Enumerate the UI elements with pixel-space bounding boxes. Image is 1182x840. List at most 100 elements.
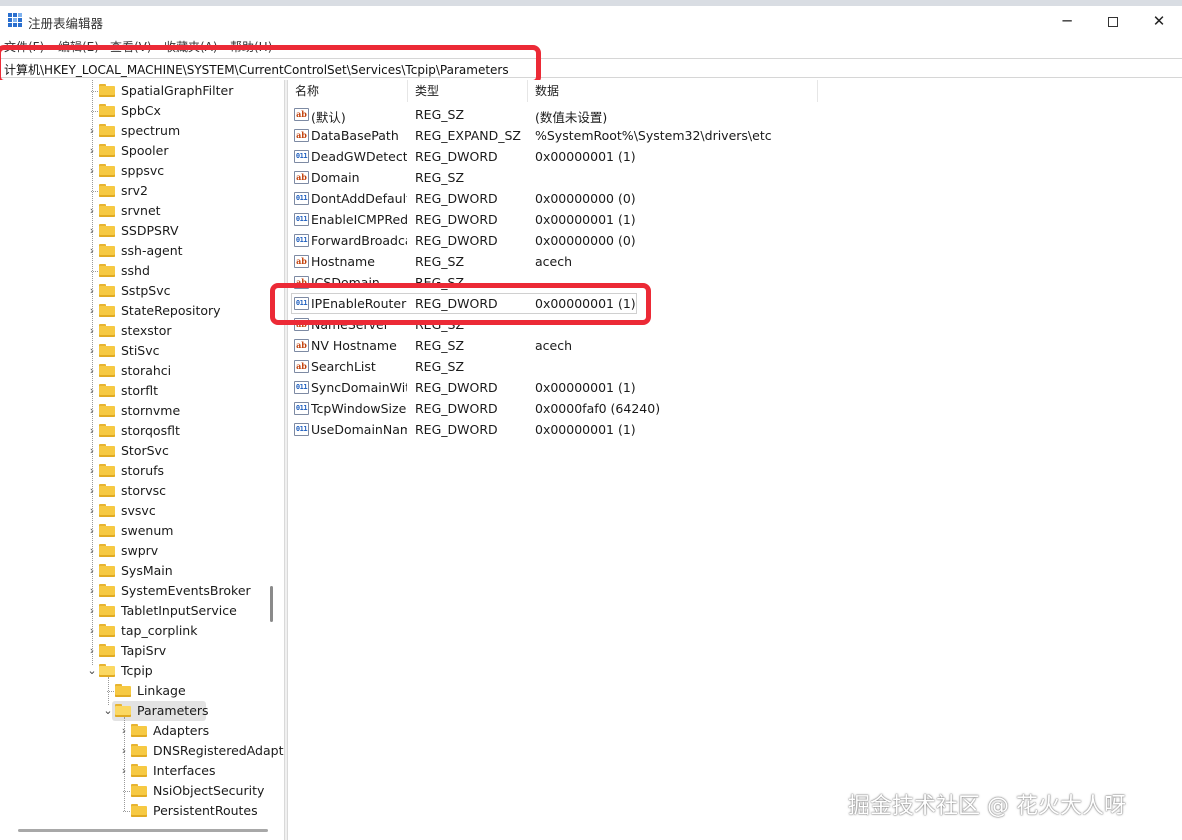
tree-item-label: spectrum (121, 123, 181, 138)
tree-horizontal-scrollbar[interactable] (18, 829, 268, 832)
value-row[interactable]: 011DontAddDefaultGateway REG_DWORD 0x00000… (288, 188, 1182, 209)
tree-item[interactable]: › Adapters (0, 721, 284, 741)
value-data: 0x00000000 (0) (535, 191, 636, 206)
string-value-icon: ab (294, 339, 309, 352)
tree-item[interactable]: › TabletInputService (0, 601, 284, 621)
regedit-app-icon (8, 13, 22, 27)
folder-icon-body (99, 446, 115, 457)
tree-item[interactable]: › storflt (0, 381, 284, 401)
tree-item[interactable]: ⌄ Parameters (0, 701, 284, 721)
tree-item-label: storufs (121, 463, 165, 478)
tree-item[interactable]: PersistentRoutes (0, 801, 284, 821)
tree-item[interactable]: › spectrum (0, 121, 284, 141)
folder-icon (99, 104, 115, 117)
value-row[interactable]: ab DataBasePath REG_EXPAND_SZ %SystemRoot%\… (288, 125, 1182, 146)
tree-item-label: DNSRegisteredAdapters (153, 743, 284, 758)
tree-item[interactable]: › swenum (0, 521, 284, 541)
value-row[interactable]: 011UseDomainNameDevolution REG_DWORD 0x000… (288, 419, 1182, 440)
tree-item[interactable]: › sppsvc (0, 161, 284, 181)
tree-item[interactable]: srv2 (0, 181, 284, 201)
tree-item[interactable]: › SysMain (0, 561, 284, 581)
column-header-data[interactable]: 数据 (528, 80, 818, 102)
value-type: REG_SZ (415, 254, 465, 269)
tree-item[interactable]: › StorSvc (0, 441, 284, 461)
folder-icon-body (99, 386, 115, 397)
tree-item[interactable]: Linkage (0, 681, 284, 701)
column-header-type[interactable]: 类型 (408, 80, 528, 102)
value-type: REG_DWORD (415, 422, 498, 437)
tree-item[interactable]: › storahci (0, 361, 284, 381)
tree-item-label: SystemEventsBroker (121, 583, 251, 598)
value-type: REG_SZ (415, 359, 465, 374)
chevron-down-icon[interactable]: ⌄ (102, 704, 114, 718)
column-header-name[interactable]: 名称 (288, 80, 408, 102)
value-data: acech (535, 254, 573, 269)
tree-item[interactable]: sshd (0, 261, 284, 281)
value-type: REG_SZ (415, 338, 465, 353)
folder-icon-body (99, 566, 115, 577)
value-name: DontAddDefaultGateway (311, 191, 407, 206)
folder-icon (99, 524, 115, 537)
string-value-icon: ab (294, 255, 309, 268)
tree-item[interactable]: SpatialGraphFilter (0, 81, 284, 101)
tree-item[interactable]: › TapiSrv (0, 641, 284, 661)
folder-icon (99, 644, 115, 657)
folder-icon (131, 744, 147, 757)
folder-icon (99, 404, 115, 417)
tree-item[interactable]: › stornvme (0, 401, 284, 421)
folder-icon (99, 324, 115, 337)
tree-item[interactable]: › swprv (0, 541, 284, 561)
value-row[interactable]: ab Hostname REG_SZ acech (288, 251, 1182, 272)
tree-item[interactable]: › Spooler (0, 141, 284, 161)
folder-icon (99, 264, 115, 277)
folder-icon-body (99, 366, 115, 377)
tree-item[interactable]: › SystemEventsBroker (0, 581, 284, 601)
tree-item[interactable]: › SSDPSRV (0, 221, 284, 241)
string-value-icon: ab (294, 360, 309, 373)
tree-item[interactable]: › ssh-agent (0, 241, 284, 261)
tree-item-label: Tcpip (121, 663, 153, 678)
close-button[interactable]: ✕ (1136, 6, 1182, 36)
tree-item[interactable]: › stexstor (0, 321, 284, 341)
folder-icon-body (99, 106, 115, 117)
value-row[interactable]: 011DeadGWDetectDefault REG_DWORD 0x0000000… (288, 146, 1182, 167)
key-tree-pane[interactable]: SpatialGraphFilter SpbCx › spectrum › Spooler… (0, 80, 284, 823)
tree-item[interactable]: › storvsc (0, 481, 284, 501)
tree-item[interactable]: › srvnet (0, 201, 284, 221)
value-name: NV Hostname (311, 338, 397, 353)
tree-item[interactable]: ›DNSRegisteredAdapters (0, 741, 284, 761)
folder-icon (99, 184, 115, 197)
tree-item-label: stexstor (121, 323, 172, 338)
folder-icon-body (99, 406, 115, 417)
value-list-pane[interactable]: 名称 类型 数据 ab (默认) REG_SZ (数值未设置) ab DataBasePa… (288, 80, 1182, 840)
value-row[interactable]: ab (默认) REG_SZ (数值未设置) (288, 104, 1182, 125)
tree-item-label: swprv (121, 543, 159, 558)
tree-item[interactable]: › Interfaces (0, 761, 284, 781)
tree-item[interactable]: › SstpSvc (0, 281, 284, 301)
value-data: %SystemRoot%\System32\drivers\etc (535, 128, 772, 143)
value-row[interactable]: 011 TcpWindowSize REG_DWORD 0x0000faf0 (642… (288, 398, 1182, 419)
tree-item[interactable]: › storqosflt (0, 421, 284, 441)
tree-item[interactable]: ⌄ Tcpip (0, 661, 284, 681)
value-row[interactable]: 011ForwardBroadcasts REG_DWORD 0x00000000 … (288, 230, 1182, 251)
minimize-button[interactable]: ─ (1044, 6, 1090, 36)
folder-icon-body (131, 746, 147, 757)
chevron-down-icon[interactable]: ⌄ (86, 664, 98, 678)
value-row[interactable]: ab NV Hostname REG_SZ acech (288, 335, 1182, 356)
tree-item[interactable]: › storufs (0, 461, 284, 481)
tree-item[interactable]: › tap_corplink (0, 621, 284, 641)
tree-item[interactable]: › svsvc (0, 501, 284, 521)
title-bar[interactable]: 注册表编辑器 ─ ✕ (0, 6, 1182, 36)
value-row[interactable]: 011EnableICMPRedirect REG_DWORD 0x00000001… (288, 209, 1182, 230)
tree-item[interactable]: › StiSvc (0, 341, 284, 361)
maximize-button[interactable] (1090, 6, 1136, 36)
folder-icon (99, 144, 115, 157)
tree-item[interactable]: › StateRepository (0, 301, 284, 321)
value-row[interactable]: ab SearchList REG_SZ (288, 356, 1182, 377)
folder-icon-body (99, 286, 115, 297)
tree-item[interactable]: NsiObjectSecurity (0, 781, 284, 801)
value-row[interactable]: 011SyncDomainWithMembership REG_DWORD 0x00… (288, 377, 1182, 398)
tree-vertical-scrollbar[interactable] (270, 586, 273, 622)
tree-item[interactable]: SpbCx (0, 101, 284, 121)
value-row[interactable]: ab Domain REG_SZ (288, 167, 1182, 188)
